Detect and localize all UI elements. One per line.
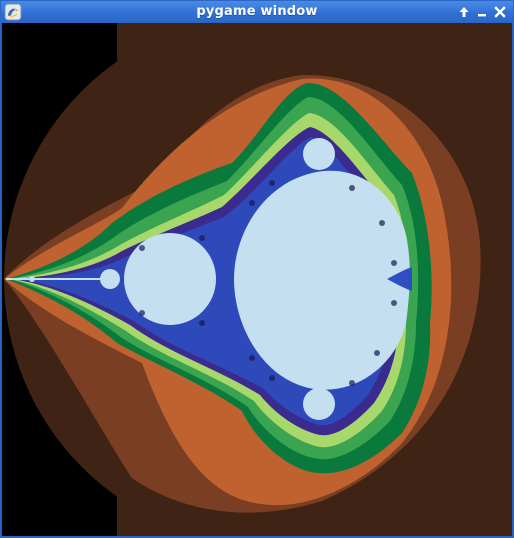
pygame-window: pygame window — [0, 0, 514, 538]
mandelbrot-image — [2, 23, 512, 536]
top-bulb — [303, 138, 335, 170]
minimize-button[interactable] — [474, 4, 490, 20]
arrow-up-icon — [459, 7, 469, 17]
fractal-canvas[interactable] — [2, 23, 512, 536]
close-button[interactable] — [492, 4, 508, 20]
close-icon — [494, 6, 506, 18]
window-bottom-border — [1, 536, 513, 537]
maximize-button[interactable] — [456, 4, 472, 20]
window-title: pygame window — [196, 4, 318, 19]
small-bulb — [100, 269, 120, 289]
bottom-bulb — [303, 388, 335, 420]
title-bar[interactable]: pygame window — [1, 1, 513, 23]
minimize-icon — [478, 14, 486, 17]
period-two-bulb — [124, 233, 216, 325]
